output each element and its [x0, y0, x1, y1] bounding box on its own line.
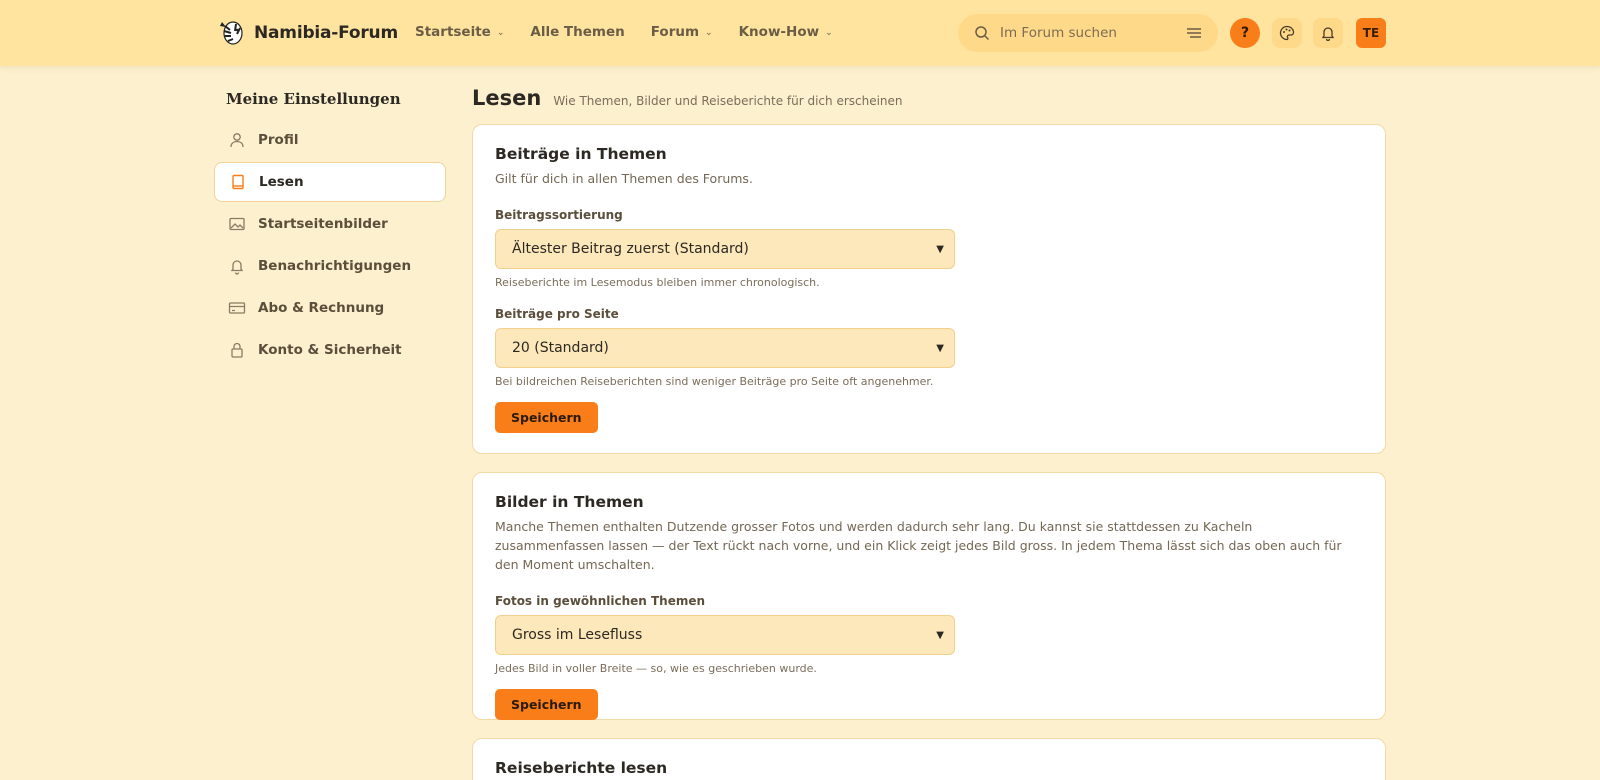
- nav-startseite[interactable]: Startseite ⌄: [415, 24, 504, 40]
- card-description: Gilt für dich in allen Themen des Forums…: [495, 171, 753, 186]
- photos-hint: Jedes Bild in voller Breite — so, wie es…: [495, 662, 817, 675]
- sort-select-value: Ältester Beitrag zuerst (Standard): [512, 241, 749, 257]
- theme-button[interactable]: [1272, 18, 1302, 48]
- filter-menu-icon[interactable]: [1186, 26, 1202, 40]
- per-page-select-value: 20 (Standard): [512, 340, 609, 356]
- card-title: Reiseberichte lesen: [495, 759, 668, 777]
- sidebar-item-label: Startseitenbilder: [258, 216, 388, 232]
- photos-label: Fotos in gewöhnlichen Themen: [495, 594, 706, 608]
- book-icon: [232, 174, 244, 190]
- nav-label: Forum: [650, 24, 700, 40]
- nav-forum[interactable]: Forum ⌄: [651, 24, 713, 40]
- sidebar-item-label: Lesen: [259, 174, 304, 190]
- page-header: Lesen Wie Themen, Bilder und Reiseberich…: [472, 86, 903, 110]
- user-icon: [230, 133, 244, 148]
- user-avatar[interactable]: TE: [1356, 18, 1386, 48]
- card-title: Bilder in Themen: [495, 493, 644, 511]
- notifications-button[interactable]: [1313, 18, 1343, 48]
- per-page-label: Beiträge pro Seite: [495, 307, 619, 321]
- credit-card-icon: [228, 302, 246, 314]
- save-button[interactable]: Speichern: [495, 402, 598, 433]
- sidebar-item-label: Benachrichtigungen: [258, 258, 412, 274]
- card-title: Beiträge in Themen: [495, 145, 667, 163]
- chevron-down-icon: ▼: [936, 629, 944, 641]
- chevron-down-icon: ⌄: [496, 27, 505, 38]
- sidebar-item-abo-rechnung[interactable]: Abo & Rechnung: [214, 288, 446, 328]
- photos-select-value: Gross im Lesefluss: [512, 627, 643, 643]
- bell-icon: [230, 260, 244, 275]
- travel-reports-card: Reiseberichte lesen: [472, 738, 1386, 780]
- help-button[interactable]: ?: [1230, 18, 1260, 48]
- search-icon: [975, 26, 990, 41]
- top-header: Namibia-Forum Startseite ⌄ Alle Themen F…: [0, 0, 1600, 66]
- images-settings-card: Bilder in Themen Manche Themen enthalten…: [472, 472, 1386, 720]
- sidebar-item-konto-sicherheit[interactable]: Konto & Sicherheit: [214, 330, 446, 370]
- lock-icon: [231, 342, 243, 358]
- nav-label: Alle Themen: [530, 24, 625, 40]
- chevron-down-icon: ⌄: [705, 27, 713, 38]
- sidebar-item-benachrichtigungen[interactable]: Benachrichtigungen: [214, 246, 446, 286]
- sort-label: Beitragssortierung: [495, 208, 623, 222]
- sidebar-item-startseitenbilder[interactable]: Startseitenbilder: [214, 204, 446, 244]
- sidebar-title: Meine Einstellungen: [226, 90, 401, 108]
- search-box[interactable]: [958, 14, 1218, 52]
- sidebar-item-profil[interactable]: Profil: [214, 120, 446, 160]
- posts-settings-card: Beiträge in Themen Gilt für dich in alle…: [472, 124, 1386, 454]
- nav-label: Know-How: [738, 24, 820, 40]
- image-icon: [229, 217, 245, 231]
- per-page-hint: Bei bildreichen Reiseberichten sind weni…: [495, 375, 934, 388]
- save-button[interactable]: Speichern: [495, 689, 598, 720]
- chevron-down-icon: ▼: [936, 243, 944, 255]
- settings-sidebar: Profil Lesen Startseitenbilder Benachric…: [214, 120, 446, 372]
- zebra-logo-icon: [220, 21, 243, 45]
- site-name: Namibia-Forum: [254, 23, 398, 43]
- main-nav: Startseite ⌄ Alle Themen Forum ⌄ Know-Ho…: [415, 24, 833, 40]
- page-title: Lesen: [472, 86, 542, 110]
- nav-know-how[interactable]: Know-How ⌄: [739, 24, 833, 40]
- photos-select[interactable]: Gross im Lesefluss ▼: [495, 615, 955, 655]
- bell-icon: [1321, 27, 1335, 41]
- chevron-down-icon: ⌄: [825, 27, 833, 38]
- search-input[interactable]: [1000, 25, 1176, 41]
- sidebar-item-label: Abo & Rechnung: [258, 300, 385, 316]
- per-page-select[interactable]: 20 (Standard) ▼: [495, 328, 955, 368]
- sidebar-item-lesen[interactable]: Lesen: [214, 162, 446, 202]
- card-description: Manche Themen enthalten Dutzende grosser…: [495, 519, 1342, 572]
- nav-label: Startseite: [415, 24, 491, 40]
- sort-select[interactable]: Ältester Beitrag zuerst (Standard) ▼: [495, 229, 955, 269]
- site-logo[interactable]: Namibia-Forum: [216, 18, 398, 48]
- page-subtitle: Wie Themen, Bilder und Reiseberichte für…: [553, 94, 903, 108]
- sidebar-item-label: Konto & Sicherheit: [258, 342, 402, 358]
- nav-alle-themen[interactable]: Alle Themen: [530, 24, 624, 40]
- sidebar-item-label: Profil: [258, 132, 299, 148]
- palette-icon: [1279, 25, 1295, 41]
- sort-hint: Reiseberichte im Lesemodus bleiben immer…: [495, 276, 820, 289]
- chevron-down-icon: ▼: [936, 342, 944, 354]
